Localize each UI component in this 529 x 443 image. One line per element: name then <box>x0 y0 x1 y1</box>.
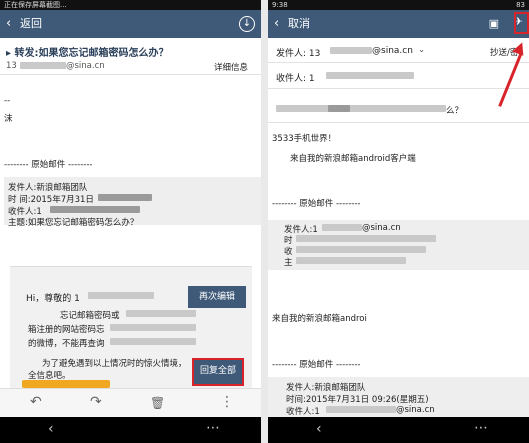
send-highlight <box>514 12 529 34</box>
redacted-inner-subject <box>296 257 406 264</box>
forward-mark-icon: ▸ <box>6 48 15 59</box>
bottom-time: 时间:2015年7月31日 09:26(星期五) <box>286 395 429 405</box>
bottom-to-suffix: @sina.cn <box>396 405 435 415</box>
nav-back-icon[interactable]: ‹ <box>48 421 54 437</box>
back-button[interactable]: 返回 <box>20 10 42 38</box>
detail-link[interactable]: 详细信息 <box>214 61 248 73</box>
reply-all-highlight <box>192 358 244 386</box>
quote-time: 时 间:2015年7月31日 <box>8 195 94 205</box>
inner-subject: 主 <box>284 258 293 268</box>
cancel-back-icon[interactable]: ‹ <box>274 10 279 38</box>
body-char: 沫 <box>4 114 13 124</box>
quote-subject: 主题:如果您忘记邮箱密码怎么办？ <box>8 218 139 228</box>
sender-prefix: 13 <box>6 61 17 71</box>
card-line-4: 为了避免遇到以上情况时的惊火情境， <box>42 359 187 369</box>
redacted-bottom-to <box>326 406 396 413</box>
card-line-2: 箱注册的网站密码忘 <box>28 325 105 335</box>
from-dropdown-icon[interactable]: ⌄ <box>418 45 425 55</box>
card-action-bar <box>22 380 110 388</box>
divider <box>0 74 261 75</box>
original-mail-divider-2: -------- 原始邮件 -------- <box>272 360 361 370</box>
from-label: 发件人: 13 <box>276 49 321 59</box>
redacted-greeting <box>88 292 154 299</box>
from-android-line-2: 来自我的新浪邮箱androi <box>272 314 367 324</box>
redacted-inner-sender <box>322 224 362 231</box>
screenshot-composite: 正在保存屏幕截图... ‹ 返回 ↓ ▸ 转发:如果您忘记邮箱密码怎么办？ 13… <box>0 0 529 443</box>
redacted-line-2 <box>110 324 196 331</box>
panel-divider <box>261 0 268 443</box>
email-view-panel: 正在保存屏幕截图... ‹ 返回 ↓ ▸ 转发:如果您忘记邮箱密码怎么办？ 13… <box>0 0 261 443</box>
original-mail-divider: -------- 原始邮件 -------- <box>272 199 361 209</box>
top-toolbar: ‹ 返回 ↓ <box>0 10 261 38</box>
redacted-line-1 <box>126 310 196 317</box>
save-draft-icon[interactable]: ▣ <box>489 17 499 31</box>
reedit-button[interactable]: 再次编辑 <box>188 286 246 308</box>
body-sign[interactable]: 3533手机世界！ <box>272 132 336 144</box>
status-time: 9:38 <box>272 1 288 9</box>
bottom-to: 收件人:1 <box>286 407 320 417</box>
redacted-inner-to <box>296 246 426 253</box>
top-toolbar: ‹ 取消 ▣ ✈ <box>268 10 529 38</box>
reply-icon[interactable]: ↶ <box>30 394 42 410</box>
divider <box>268 62 529 63</box>
more-icon[interactable]: ⋮ <box>220 394 234 410</box>
card-line-3: 的微博，不能再查询 <box>28 339 105 349</box>
email-subject: ▸ 转发:如果您忘记邮箱密码怎么办？ <box>6 48 169 59</box>
redacted-subject-dark <box>328 105 350 112</box>
download-icon[interactable]: ↓ <box>239 16 255 32</box>
card-greeting: Hi，尊敬的 1 <box>26 294 80 304</box>
nav-menu-icon[interactable]: ⋯ <box>474 420 489 436</box>
forward-icon[interactable]: ↷ <box>90 394 102 410</box>
cancel-button[interactable]: 取消 <box>288 10 310 38</box>
quote-from: 发件人:新浪邮箱团队 <box>8 183 88 193</box>
to-label[interactable]: 收件人: 1 <box>276 71 315 84</box>
redacted-recipient <box>326 72 414 79</box>
redacted-subject <box>276 105 446 112</box>
redacted-time <box>98 194 152 201</box>
inner-sender-suffix: @sina.cn <box>362 223 401 233</box>
redacted-inner-time <box>296 235 436 242</box>
card-line-1: 忘记邮箱密码或 <box>60 311 120 321</box>
from-android-line: 来自我的新浪邮箱android客户端 <box>290 154 416 164</box>
status-text: 正在保存屏幕截图... <box>4 1 67 9</box>
original-mail-divider: -------- 原始邮件 -------- <box>4 160 93 170</box>
bottom-from: 发件人:新浪邮箱团队 <box>286 383 366 393</box>
sender-suffix: @sina.cn <box>66 61 105 71</box>
divider <box>268 122 529 123</box>
redacted-recipient <box>50 206 140 213</box>
system-nav-bar: ‹ ⋯ <box>268 417 529 443</box>
system-nav-bar: ‹ ⋯ <box>0 417 261 443</box>
redacted-from <box>330 47 372 54</box>
redacted-sender <box>20 62 66 69</box>
from-suffix: @sina.cn <box>372 46 413 56</box>
nav-back-icon[interactable]: ‹ <box>316 421 322 437</box>
status-bar: 正在保存屏幕截图... <box>0 0 261 10</box>
back-icon[interactable]: ‹ <box>6 10 11 38</box>
trash-icon[interactable]: 🗑 <box>150 396 165 410</box>
body-dash: -- <box>4 96 11 106</box>
pointer-arrow-line <box>498 52 523 107</box>
divider <box>268 88 529 89</box>
nav-menu-icon[interactable]: ⋯ <box>206 420 221 436</box>
subject-suffix[interactable]: 么？ <box>446 104 463 116</box>
redacted-line-3 <box>110 338 196 345</box>
action-bar: ↶ ↷ 🗑 ⋮ <box>0 388 261 417</box>
status-bar: 9:38 83 <box>268 0 529 10</box>
compose-reply-panel: 9:38 83 ‹ 取消 ▣ ✈ 发件人: 13 @sina.cn ⌄ 抄送/密… <box>268 0 529 443</box>
status-battery: 83 <box>516 1 525 9</box>
